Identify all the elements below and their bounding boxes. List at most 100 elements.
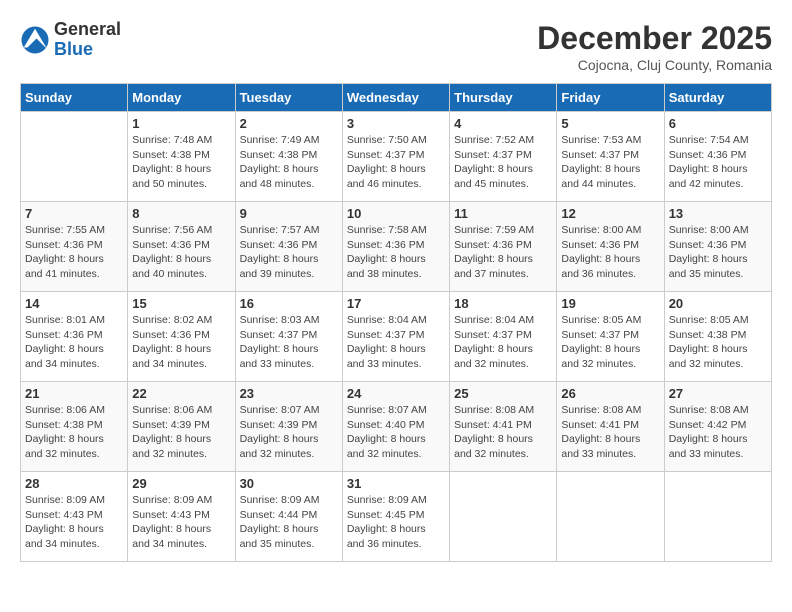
day-number: 22 <box>132 386 230 401</box>
day-number: 13 <box>669 206 767 221</box>
day-info: Sunrise: 8:08 AM Sunset: 4:41 PM Dayligh… <box>561 403 659 462</box>
day-number: 24 <box>347 386 445 401</box>
day-number: 5 <box>561 116 659 131</box>
day-info: Sunrise: 8:09 AM Sunset: 4:44 PM Dayligh… <box>240 493 338 552</box>
day-number: 31 <box>347 476 445 491</box>
logo-blue-text: Blue <box>54 40 121 60</box>
day-cell: 12 Sunrise: 8:00 AM Sunset: 4:36 PM Dayli… <box>557 202 664 292</box>
day-cell: 19Sunrise: 8:05 AM Sunset: 4:37 PM Dayli… <box>557 292 664 382</box>
day-number: 2 <box>240 116 338 131</box>
day-info: Sunrise: 7:57 AM Sunset: 4:36 PM Dayligh… <box>240 223 338 282</box>
day-cell: 2Sunrise: 7:49 AM Sunset: 4:38 PM Daylig… <box>235 112 342 202</box>
day-number: 25 <box>454 386 552 401</box>
day-info: Sunrise: 8:09 AM Sunset: 4:45 PM Dayligh… <box>347 493 445 552</box>
day-cell: 3 Sunrise: 7:50 AM Sunset: 4:37 PM Daylig… <box>342 112 449 202</box>
day-info: Sunrise: 7:50 AM Sunset: 4:37 PM Dayligh… <box>347 133 445 192</box>
month-title: December 2025 <box>537 20 772 57</box>
header-row: SundayMondayTuesdayWednesdayThursdayFrid… <box>21 84 772 112</box>
day-cell: 17Sunrise: 8:04 AM Sunset: 4:37 PM Dayli… <box>342 292 449 382</box>
day-cell: 22Sunrise: 8:06 AM Sunset: 4:39 PM Dayli… <box>128 382 235 472</box>
day-info: Sunrise: 8:04 AM Sunset: 4:37 PM Dayligh… <box>347 313 445 372</box>
day-info: Sunrise: 7:48 AM Sunset: 4:38 PM Dayligh… <box>132 133 230 192</box>
day-number: 30 <box>240 476 338 491</box>
day-number: 29 <box>132 476 230 491</box>
day-cell: 14 Sunrise: 8:01 AM Sunset: 4:36 PM Dayli… <box>21 292 128 382</box>
day-cell: 24 Sunrise: 8:07 AM Sunset: 4:40 PM Dayli… <box>342 382 449 472</box>
logo-icon <box>20 25 50 55</box>
calendar-body: 1 Sunrise: 7:48 AM Sunset: 4:38 PM Daylig… <box>21 112 772 562</box>
week-row-2: 7Sunrise: 7:55 AM Sunset: 4:36 PM Daylig… <box>21 202 772 292</box>
day-number: 3 <box>347 116 445 131</box>
column-header-thursday: Thursday <box>450 84 557 112</box>
day-cell: 9 Sunrise: 7:57 AM Sunset: 4:36 PM Daylig… <box>235 202 342 292</box>
day-cell: 15 Sunrise: 8:02 AM Sunset: 4:36 PM Dayli… <box>128 292 235 382</box>
title-block: December 2025 Cojocna, Cluj County, Roma… <box>537 20 772 73</box>
day-info: Sunrise: 8:01 AM Sunset: 4:36 PM Dayligh… <box>25 313 123 372</box>
day-number: 11 <box>454 206 552 221</box>
day-cell: 11 Sunrise: 7:59 AM Sunset: 4:36 PM Dayli… <box>450 202 557 292</box>
column-header-sunday: Sunday <box>21 84 128 112</box>
day-number: 19 <box>561 296 659 311</box>
day-cell: 6 Sunrise: 7:54 AM Sunset: 4:36 PM Daylig… <box>664 112 771 202</box>
day-info: Sunrise: 8:07 AM Sunset: 4:40 PM Dayligh… <box>347 403 445 462</box>
day-number: 6 <box>669 116 767 131</box>
day-info: Sunrise: 7:59 AM Sunset: 4:36 PM Dayligh… <box>454 223 552 282</box>
day-info: Sunrise: 8:05 AM Sunset: 4:38 PM Dayligh… <box>669 313 767 372</box>
day-cell <box>664 472 771 562</box>
subtitle: Cojocna, Cluj County, Romania <box>537 57 772 73</box>
day-cell: 16Sunrise: 8:03 AM Sunset: 4:37 PM Dayli… <box>235 292 342 382</box>
logo: General Blue <box>20 20 121 60</box>
day-cell: 4 Sunrise: 7:52 AM Sunset: 4:37 PM Daylig… <box>450 112 557 202</box>
week-row-1: 1 Sunrise: 7:48 AM Sunset: 4:38 PM Daylig… <box>21 112 772 202</box>
column-header-saturday: Saturday <box>664 84 771 112</box>
day-number: 27 <box>669 386 767 401</box>
day-cell: 27 Sunrise: 8:08 AM Sunset: 4:42 PM Dayli… <box>664 382 771 472</box>
day-number: 8 <box>132 206 230 221</box>
day-number: 14 <box>25 296 123 311</box>
day-info: Sunrise: 7:52 AM Sunset: 4:37 PM Dayligh… <box>454 133 552 192</box>
logo-general-text: General <box>54 20 121 40</box>
day-info: Sunrise: 7:53 AM Sunset: 4:37 PM Dayligh… <box>561 133 659 192</box>
day-cell: 21 Sunrise: 8:06 AM Sunset: 4:38 PM Dayli… <box>21 382 128 472</box>
day-cell: 30 Sunrise: 8:09 AM Sunset: 4:44 PM Dayli… <box>235 472 342 562</box>
column-header-tuesday: Tuesday <box>235 84 342 112</box>
day-info: Sunrise: 7:55 AM Sunset: 4:36 PM Dayligh… <box>25 223 123 282</box>
day-cell: 18Sunrise: 8:04 AM Sunset: 4:37 PM Dayli… <box>450 292 557 382</box>
day-info: Sunrise: 8:06 AM Sunset: 4:38 PM Dayligh… <box>25 403 123 462</box>
day-info: Sunrise: 8:07 AM Sunset: 4:39 PM Dayligh… <box>240 403 338 462</box>
day-number: 16 <box>240 296 338 311</box>
day-cell: 25Sunrise: 8:08 AM Sunset: 4:41 PM Dayli… <box>450 382 557 472</box>
day-info: Sunrise: 7:54 AM Sunset: 4:36 PM Dayligh… <box>669 133 767 192</box>
day-cell: 1 Sunrise: 7:48 AM Sunset: 4:38 PM Daylig… <box>128 112 235 202</box>
day-number: 15 <box>132 296 230 311</box>
day-cell: 31 Sunrise: 8:09 AM Sunset: 4:45 PM Dayli… <box>342 472 449 562</box>
day-info: Sunrise: 8:00 AM Sunset: 4:36 PM Dayligh… <box>669 223 767 282</box>
day-info: Sunrise: 8:09 AM Sunset: 4:43 PM Dayligh… <box>132 493 230 552</box>
day-cell: 23 Sunrise: 8:07 AM Sunset: 4:39 PM Dayli… <box>235 382 342 472</box>
day-number: 23 <box>240 386 338 401</box>
day-number: 4 <box>454 116 552 131</box>
day-info: Sunrise: 8:00 AM Sunset: 4:36 PM Dayligh… <box>561 223 659 282</box>
day-number: 1 <box>132 116 230 131</box>
day-info: Sunrise: 8:08 AM Sunset: 4:42 PM Dayligh… <box>669 403 767 462</box>
week-row-4: 21 Sunrise: 8:06 AM Sunset: 4:38 PM Dayli… <box>21 382 772 472</box>
day-cell: 7Sunrise: 7:55 AM Sunset: 4:36 PM Daylig… <box>21 202 128 292</box>
day-info: Sunrise: 7:58 AM Sunset: 4:36 PM Dayligh… <box>347 223 445 282</box>
day-number: 12 <box>561 206 659 221</box>
day-number: 28 <box>25 476 123 491</box>
week-row-3: 14 Sunrise: 8:01 AM Sunset: 4:36 PM Dayli… <box>21 292 772 382</box>
calendar-header: SundayMondayTuesdayWednesdayThursdayFrid… <box>21 84 772 112</box>
day-number: 26 <box>561 386 659 401</box>
day-info: Sunrise: 8:09 AM Sunset: 4:43 PM Dayligh… <box>25 493 123 552</box>
day-number: 20 <box>669 296 767 311</box>
day-info: Sunrise: 8:02 AM Sunset: 4:36 PM Dayligh… <box>132 313 230 372</box>
day-cell: 5 Sunrise: 7:53 AM Sunset: 4:37 PM Daylig… <box>557 112 664 202</box>
calendar-table: SundayMondayTuesdayWednesdayThursdayFrid… <box>20 83 772 562</box>
day-number: 21 <box>25 386 123 401</box>
day-cell: 28 Sunrise: 8:09 AM Sunset: 4:43 PM Dayli… <box>21 472 128 562</box>
day-number: 9 <box>240 206 338 221</box>
day-cell: 10Sunrise: 7:58 AM Sunset: 4:36 PM Dayli… <box>342 202 449 292</box>
day-cell <box>450 472 557 562</box>
day-cell: 20 Sunrise: 8:05 AM Sunset: 4:38 PM Dayli… <box>664 292 771 382</box>
day-info: Sunrise: 7:56 AM Sunset: 4:36 PM Dayligh… <box>132 223 230 282</box>
